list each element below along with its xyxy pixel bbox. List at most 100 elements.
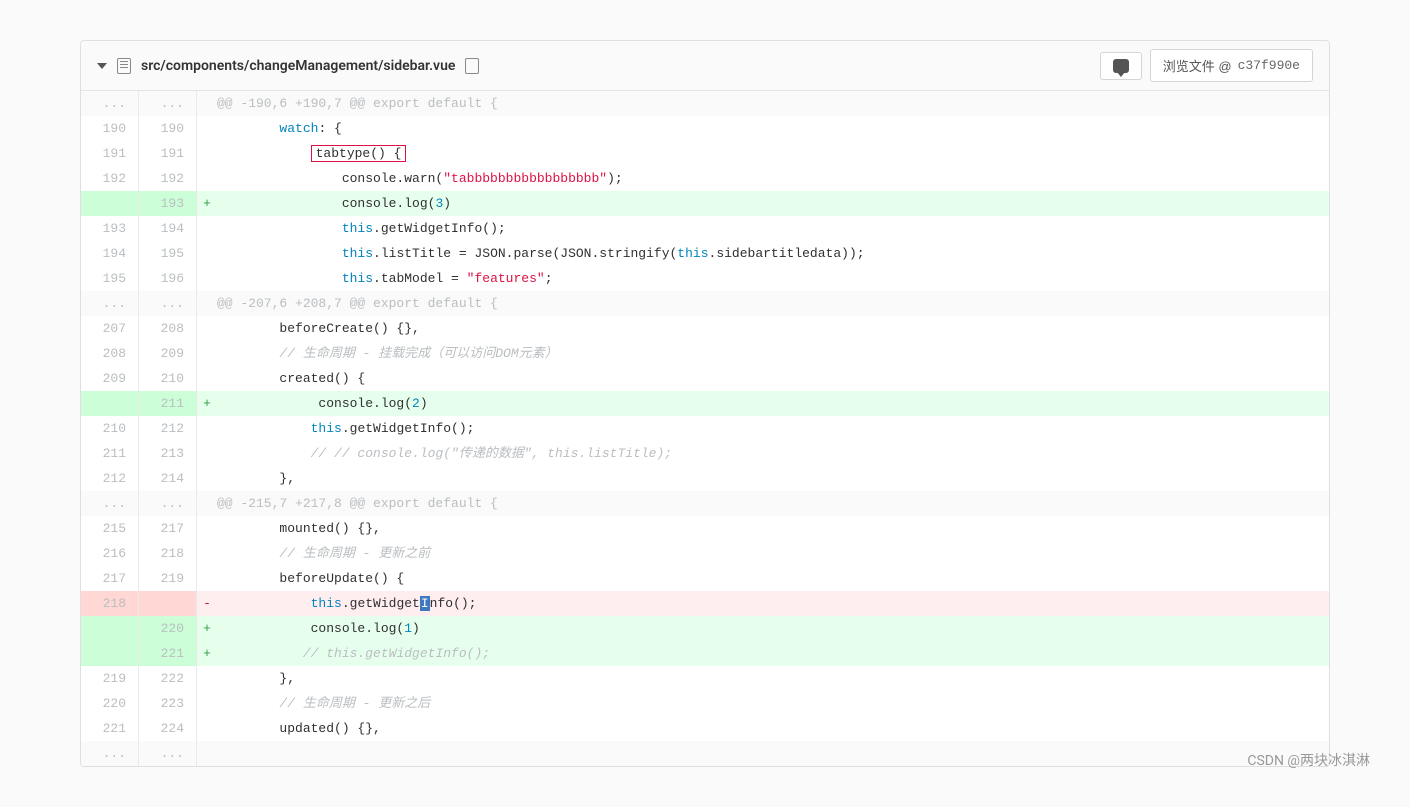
code-content: created() { [217, 366, 1329, 391]
code-content: @@ -215,7 +217,8 @@ export default { [217, 491, 1329, 516]
new-line-number: 194 [139, 216, 197, 241]
diff-line[interactable]: 207208 beforeCreate() {}, [81, 316, 1329, 341]
diff-line[interactable]: 190190 watch: { [81, 116, 1329, 141]
old-line-number: 215 [81, 516, 139, 541]
diff-marker [197, 741, 217, 766]
diff-line[interactable]: 221+ // this.getWidgetInfo(); [81, 641, 1329, 666]
diff-line[interactable]: 221224 updated() {}, [81, 716, 1329, 741]
diff-marker [197, 666, 217, 691]
old-line-number: 210 [81, 416, 139, 441]
copy-path-icon[interactable] [465, 58, 479, 74]
code-content: console.log(3) [217, 191, 1329, 216]
new-line-number: 209 [139, 341, 197, 366]
diff-marker: + [197, 191, 217, 216]
diff-line[interactable]: 211213 // // console.log("传递的数据", this.l… [81, 441, 1329, 466]
diff-line[interactable]: 193+ console.log(3) [81, 191, 1329, 216]
new-line-number: 220 [139, 616, 197, 641]
diff-marker: + [197, 391, 217, 416]
diff-line[interactable]: ......@@ -215,7 +217,8 @@ export default… [81, 491, 1329, 516]
old-line-number: 208 [81, 341, 139, 366]
diff-marker [197, 416, 217, 441]
diff-line[interactable]: ...... [81, 741, 1329, 766]
new-line-number: 196 [139, 266, 197, 291]
code-content: watch: { [217, 116, 1329, 141]
old-line-number: 219 [81, 666, 139, 691]
diff-marker [197, 166, 217, 191]
diff-line[interactable]: 193194 this.getWidgetInfo(); [81, 216, 1329, 241]
diff-marker [197, 241, 217, 266]
diff-header-right: 浏览文件 @ c37f990e [1100, 49, 1313, 82]
code-content: console.log(1) [217, 616, 1329, 641]
code-content: console.warn("tabbbbbbbbbbbbbbbbb"); [217, 166, 1329, 191]
diff-line[interactable]: ......@@ -190,6 +190,7 @@ export default… [81, 91, 1329, 116]
diff-line[interactable]: 191191 tabtype() { [81, 141, 1329, 166]
diff-line[interactable]: 218- this.getWidgetInfo(); [81, 591, 1329, 616]
code-content: // // console.log("传递的数据", this.listTitl… [217, 441, 1329, 466]
old-line-number: 190 [81, 116, 139, 141]
diff-marker [197, 516, 217, 541]
new-line-number: 211 [139, 391, 197, 416]
code-content: updated() {}, [217, 716, 1329, 741]
new-line-number: 191 [139, 141, 197, 166]
diff-line[interactable]: 195196 this.tabModel = "features"; [81, 266, 1329, 291]
code-content: this.getWidgetInfo(); [217, 591, 1329, 616]
browse-file-label: 浏览文件 @ [1163, 56, 1232, 75]
old-line-number: 211 [81, 441, 139, 466]
browse-file-button[interactable]: 浏览文件 @ c37f990e [1150, 49, 1313, 82]
old-line-number: ... [81, 91, 139, 116]
diff-marker [197, 491, 217, 516]
new-line-number: 210 [139, 366, 197, 391]
old-line-number: ... [81, 741, 139, 766]
code-content: // 生命周期 - 挂载完成（可以访问DOM元素） [217, 341, 1329, 366]
old-line-number: 212 [81, 466, 139, 491]
old-line-number: 207 [81, 316, 139, 341]
diff-line[interactable]: 220+ console.log(1) [81, 616, 1329, 641]
old-line-number: 221 [81, 716, 139, 741]
old-line-number: 218 [81, 591, 139, 616]
old-line-number: ... [81, 491, 139, 516]
old-line-number: 192 [81, 166, 139, 191]
diff-line[interactable]: 216218 // 生命周期 - 更新之前 [81, 541, 1329, 566]
collapse-caret-icon[interactable] [97, 63, 107, 69]
diff-marker [197, 141, 217, 166]
old-line-number: 209 [81, 366, 139, 391]
code-content: @@ -207,6 +208,7 @@ export default { [217, 291, 1329, 316]
diff-marker [197, 316, 217, 341]
code-content: console.log(2) [217, 391, 1329, 416]
diff-line[interactable]: 211+ console.log(2) [81, 391, 1329, 416]
code-content: tabtype() { [217, 141, 1329, 166]
code-content: beforeCreate() {}, [217, 316, 1329, 341]
diff-line[interactable]: 192192 console.warn("tabbbbbbbbbbbbbbbbb… [81, 166, 1329, 191]
diff-marker [197, 266, 217, 291]
diff-line[interactable]: 194195 this.listTitle = JSON.parse(JSON.… [81, 241, 1329, 266]
old-line-number: 217 [81, 566, 139, 591]
diff-line[interactable]: 208209 // 生命周期 - 挂载完成（可以访问DOM元素） [81, 341, 1329, 366]
diff-line[interactable]: 212214 }, [81, 466, 1329, 491]
diff-marker [197, 341, 217, 366]
diff-line[interactable]: 219222 }, [81, 666, 1329, 691]
diff-line[interactable]: 215217 mounted() {}, [81, 516, 1329, 541]
diff-line[interactable]: 210212 this.getWidgetInfo(); [81, 416, 1329, 441]
code-content: this.getWidgetInfo(); [217, 416, 1329, 441]
diff-marker [197, 91, 217, 116]
diff-line[interactable]: 217219 beforeUpdate() { [81, 566, 1329, 591]
diff-marker [197, 541, 217, 566]
diff-marker [197, 441, 217, 466]
code-content [217, 741, 1329, 766]
diff-marker [197, 366, 217, 391]
diff-line[interactable]: 209210 created() { [81, 366, 1329, 391]
diff-line[interactable]: ......@@ -207,6 +208,7 @@ export default… [81, 291, 1329, 316]
comment-button[interactable] [1100, 52, 1142, 80]
new-line-number: 213 [139, 441, 197, 466]
new-line-number: ... [139, 91, 197, 116]
new-line-number: ... [139, 741, 197, 766]
diff-marker [197, 466, 217, 491]
new-line-number: 190 [139, 116, 197, 141]
diff-line[interactable]: 220223 // 生命周期 - 更新之后 [81, 691, 1329, 716]
new-line-number: 214 [139, 466, 197, 491]
new-line-number: 223 [139, 691, 197, 716]
code-content: }, [217, 666, 1329, 691]
diff-header: src/components/changeManagement/sidebar.… [81, 41, 1329, 91]
old-line-number: 216 [81, 541, 139, 566]
old-line-number: 195 [81, 266, 139, 291]
